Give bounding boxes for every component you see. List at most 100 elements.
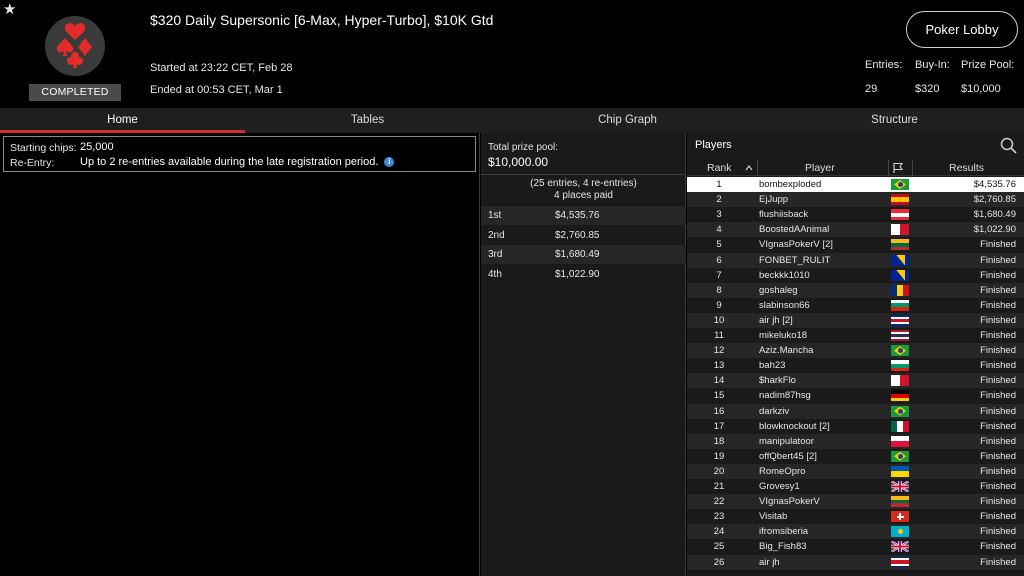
- player-row[interactable]: 15 nadim87hsg Finished: [687, 388, 1024, 403]
- player-name: VIgnasPokerV: [759, 496, 820, 508]
- country-flag-icon: [891, 556, 909, 568]
- player-row[interactable]: 10 air jh [2] Finished: [687, 312, 1024, 328]
- reentry-value: Up to 2 re-entries available during the …: [80, 156, 379, 168]
- player-result: Finished: [980, 239, 1016, 251]
- player-name: manipulatoor: [759, 435, 814, 447]
- info-icon[interactable]: i: [384, 157, 395, 168]
- payout-row: 4th $1,022.90: [481, 265, 686, 284]
- player-name: mikeluko18: [759, 330, 808, 341]
- player-row[interactable]: 7 beckkk1010 Finished: [687, 268, 1024, 283]
- country-flag-icon: [891, 541, 909, 553]
- player-row[interactable]: 3 flushiisback $1,680.49: [687, 207, 1024, 222]
- results-column-header[interactable]: Results: [949, 160, 984, 176]
- players-panel: Players Rank Player Results 1 bombexplode…: [687, 133, 1024, 576]
- player-row[interactable]: 18 manipulatoor Finished: [687, 433, 1024, 449]
- player-result: Finished: [980, 360, 1016, 372]
- prize-pool-title: Total prize pool:: [488, 142, 559, 153]
- player-row[interactable]: 8 goshaleg Finished: [687, 282, 1024, 298]
- tab-structure[interactable]: Structure: [772, 108, 1017, 133]
- country-flag-icon: [891, 511, 909, 523]
- player-result: Finished: [980, 299, 1016, 311]
- player-row[interactable]: 6 FONBET_RULIT Finished: [687, 252, 1024, 268]
- player-row[interactable]: 20 RomeOpro Finished: [687, 463, 1024, 479]
- payout-row: 2nd $2,760.85: [481, 226, 686, 245]
- country-flag-icon: [891, 496, 909, 508]
- star-icon[interactable]: ★: [3, 2, 16, 17]
- player-row[interactable]: 17 blowknockout [2] Finished: [687, 419, 1024, 434]
- player-rank: 16: [713, 405, 725, 417]
- player-name: air jh [2]: [759, 314, 793, 326]
- tab-tables[interactable]: Tables: [245, 108, 490, 133]
- player-rank: 3: [716, 209, 722, 221]
- player-rank: 23: [713, 511, 725, 523]
- player-rank: 19: [713, 450, 725, 462]
- player-result: Finished: [980, 345, 1016, 357]
- tab-chip-graph[interactable]: Chip Graph: [505, 108, 750, 133]
- payout-place: 3rd: [488, 249, 503, 260]
- player-row[interactable]: 21 Grovesy1 Finished: [687, 479, 1024, 494]
- player-name: slabinson66: [759, 299, 810, 311]
- poker-lobby-button[interactable]: Poker Lobby: [906, 11, 1018, 48]
- starting-chips-label: Starting chips:: [10, 142, 77, 154]
- player-row[interactable]: 1 bombexploded $4,535.76: [687, 177, 1024, 192]
- player-row[interactable]: 14 $harkFlo Finished: [687, 373, 1024, 389]
- rank-column-header[interactable]: Rank: [707, 160, 732, 176]
- player-result: $1,022.90: [973, 224, 1016, 236]
- player-row[interactable]: 23 Visitab Finished: [687, 509, 1024, 524]
- player-row[interactable]: 4 BoostedAAnimal $1,022.90: [687, 222, 1024, 238]
- country-flag-icon: [891, 299, 909, 311]
- country-flag-icon: [891, 450, 909, 462]
- player-name: $harkFlo: [759, 375, 796, 387]
- player-result: Finished: [980, 284, 1016, 296]
- country-flag-icon: [891, 420, 909, 432]
- player-row[interactable]: 9 slabinson66 Finished: [687, 298, 1024, 313]
- player-rank: 26: [713, 556, 725, 568]
- player-name: bombexploded: [759, 179, 822, 190]
- player-row[interactable]: 13 bah23 Finished: [687, 358, 1024, 373]
- player-rank: 17: [713, 420, 725, 432]
- flag-icon[interactable]: [892, 162, 904, 174]
- player-row[interactable]: 2 EjJupp $2,760.85: [687, 192, 1024, 208]
- tournament-info-box: Starting chips: 25,000 Re-Entry: Up to 2…: [3, 136, 476, 172]
- payout-place: 1st: [488, 210, 502, 221]
- player-result: Finished: [980, 390, 1016, 402]
- player-rank: 7: [716, 269, 722, 281]
- player-result: Finished: [980, 526, 1016, 538]
- player-name: Aziz.Mancha: [759, 345, 814, 357]
- country-flag-icon: [891, 209, 909, 221]
- country-flag-icon: [891, 284, 909, 296]
- player-row[interactable]: 11 mikeluko18 Finished: [687, 328, 1024, 343]
- country-flag-icon: [891, 179, 909, 190]
- country-flag-icon: [891, 481, 909, 492]
- player-row[interactable]: 16 darkziv Finished: [687, 403, 1024, 419]
- player-row[interactable]: 5 VIgnasPokerV [2] Finished: [687, 237, 1024, 252]
- payout-amount: $1,022.90: [555, 268, 600, 280]
- country-flag-icon: [891, 375, 909, 387]
- search-icon[interactable]: [1000, 137, 1017, 154]
- player-row[interactable]: 25 Big_Fish83 Finished: [687, 539, 1024, 554]
- country-flag-icon: [891, 330, 909, 341]
- reentry-label: Re-Entry:: [10, 157, 55, 169]
- country-flag-icon: [891, 345, 909, 357]
- divider: [481, 174, 686, 175]
- player-result: Finished: [980, 541, 1016, 553]
- player-row[interactable]: 19 offQbert45 [2] Finished: [687, 449, 1024, 464]
- player-row[interactable]: 24 ifromsiberia Finished: [687, 524, 1024, 540]
- tab-home[interactable]: Home: [0, 108, 245, 133]
- player-row[interactable]: 12 Aziz.Mancha Finished: [687, 343, 1024, 359]
- player-result: $2,760.85: [973, 194, 1016, 206]
- country-flag-icon: [891, 465, 909, 477]
- entries-summary: (25 entries, 4 re-entries): [530, 178, 637, 189]
- player-result: $4,535.76: [973, 179, 1016, 190]
- payout-row: 1st $4,535.76: [481, 206, 686, 225]
- player-row[interactable]: 22 VIgnasPokerV Finished: [687, 494, 1024, 510]
- prize-pool-total: $10,000.00: [488, 155, 549, 169]
- player-result: Finished: [980, 254, 1016, 266]
- player-column-header[interactable]: Player: [805, 160, 835, 176]
- player-name: BoostedAAnimal: [759, 224, 830, 236]
- players-title: Players: [695, 139, 732, 151]
- player-rank: 1: [716, 179, 722, 190]
- sort-arrow-icon[interactable]: [745, 165, 753, 171]
- player-row[interactable]: 26 air jh Finished: [687, 554, 1024, 570]
- player-name: nadim87hsg: [759, 390, 811, 402]
